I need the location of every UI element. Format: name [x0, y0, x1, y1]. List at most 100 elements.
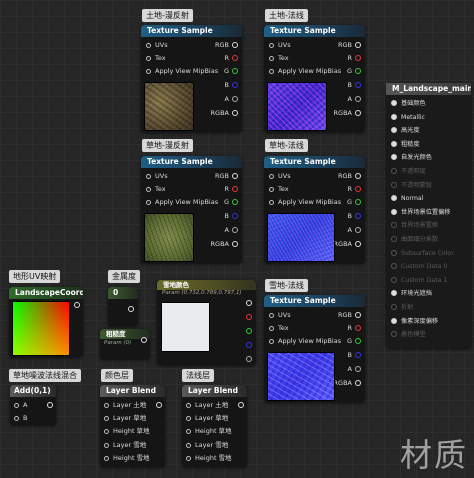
texture-sample-dirt-diffuse[interactable]: Texture Sample UVs Tex Apply View MipBia…	[141, 25, 242, 132]
output-g[interactable]: G	[347, 197, 361, 207]
output-a[interactable]: A	[348, 364, 361, 374]
input-layer-snow[interactable]: Layer 雪地	[104, 440, 146, 450]
material-pin-dot[interactable]	[391, 127, 397, 134]
layer-blend-color-node[interactable]: Layer Blend Layer 土地 Layer 草地 Height 草地 …	[100, 385, 165, 467]
input-height-snow[interactable]: Height 雪地	[186, 453, 232, 463]
material-pin-dot[interactable]	[391, 181, 397, 188]
output-b[interactable]: B	[225, 80, 238, 90]
material-pin-11[interactable]: Subsurface Color	[391, 248, 454, 259]
texture-sample-grass-normal[interactable]: Texture Sample UVs Tex Apply View MipBia…	[264, 156, 365, 263]
add-node[interactable]: Add(0,1) A B	[10, 385, 56, 425]
input-uvs[interactable]: UVs	[269, 310, 291, 320]
output-rgba[interactable]: RGBA	[334, 378, 361, 388]
output-b[interactable]: B	[348, 350, 361, 360]
output-rgba[interactable]: RGBA	[334, 239, 361, 249]
metallic-constant-node[interactable]: 0	[108, 287, 138, 326]
material-pin-dot[interactable]	[391, 249, 397, 256]
layer-blend-normal-node[interactable]: Layer Blend Layer 土地 Layer 草地 Height 草地 …	[182, 385, 247, 467]
material-pin-12[interactable]: Custom Data 0	[391, 261, 447, 272]
material-pin-0[interactable]: 基础颜色	[391, 98, 426, 109]
output-pin[interactable]	[125, 304, 134, 314]
input-layer-dirt[interactable]: Layer 土地	[186, 400, 228, 410]
output-rgb[interactable]: RGB	[338, 171, 361, 181]
input-tex[interactable]: Tex	[146, 53, 166, 63]
input-layer-dirt[interactable]: Layer 土地	[104, 400, 146, 410]
output-rgba[interactable]: RGBA	[334, 108, 361, 118]
input-mipbias[interactable]: Apply View MipBias	[269, 66, 341, 76]
input-height-snow[interactable]: Height 雪地	[104, 453, 150, 463]
material-pin-8[interactable]: 世界场景位置偏移	[391, 207, 451, 218]
input-tex[interactable]: Tex	[269, 53, 289, 63]
material-pin-dot[interactable]	[391, 154, 397, 161]
material-result-node[interactable]: M_Landscape_main 基础颜色 Metallic 高光度 粗糙度 自发光颜色…	[386, 83, 471, 348]
material-pin-4[interactable]: 自发光颜色	[391, 152, 432, 163]
input-mipbias[interactable]: Apply View MipBias	[146, 197, 218, 207]
material-pin-5[interactable]: 不透明度	[391, 166, 426, 177]
output-r[interactable]: R	[347, 53, 361, 63]
input-b[interactable]: B	[14, 413, 27, 423]
output-g[interactable]: G	[224, 66, 238, 76]
output-pin[interactable]	[153, 400, 162, 410]
texture-sample-grass-diffuse[interactable]: Texture Sample UVs Tex Apply View MipBia…	[141, 156, 242, 263]
output-pin[interactable]	[44, 400, 53, 410]
landscape-coords-node[interactable]: LandscapeCoords	[9, 287, 83, 357]
material-pin-14[interactable]: 环境光遮挡	[391, 288, 432, 299]
material-pin-dot[interactable]	[391, 222, 397, 229]
output-b[interactable]	[243, 340, 252, 350]
texture-sample-dirt-normal[interactable]: Texture Sample UVs Tex Apply View MipBia…	[264, 25, 365, 132]
output-a[interactable]: A	[225, 94, 238, 104]
input-tex[interactable]: Tex	[269, 323, 289, 333]
output-b[interactable]: B	[348, 211, 361, 221]
output-rgba[interactable]: RGBA	[211, 108, 238, 118]
output-r[interactable]: R	[224, 53, 238, 63]
material-pin-dot[interactable]	[391, 100, 397, 106]
material-pin-dot[interactable]	[391, 263, 397, 270]
input-height-grass[interactable]: Height 草地	[104, 426, 150, 436]
input-layer-grass[interactable]: Layer 草地	[104, 413, 146, 423]
output-g[interactable]: G	[347, 336, 361, 346]
input-layer-grass[interactable]: Layer 草地	[186, 413, 228, 423]
output-pin[interactable]	[138, 335, 147, 345]
output-a[interactable]	[243, 354, 252, 364]
output-a[interactable]: A	[348, 94, 361, 104]
material-pin-dot[interactable]	[391, 276, 397, 283]
material-pin-10[interactable]: 曲面细分乘数	[391, 234, 438, 245]
output-r[interactable]: R	[347, 323, 361, 333]
output-rgba[interactable]: RGBA	[211, 239, 238, 249]
material-pin-dot[interactable]	[391, 195, 397, 202]
output-g[interactable]: G	[347, 66, 361, 76]
input-height-grass[interactable]: Height 草地	[186, 426, 232, 436]
input-uvs[interactable]: UVs	[146, 40, 168, 50]
output-rgb[interactable]: RGB	[215, 171, 238, 181]
texture-sample-snow-normal[interactable]: Texture Sample UVs Tex Apply View MipBia…	[264, 295, 365, 402]
output-rgb[interactable]	[243, 298, 252, 308]
input-uvs[interactable]: UVs	[146, 171, 168, 181]
output-a[interactable]: A	[225, 225, 238, 235]
material-pin-13[interactable]: Custom Data 1	[391, 275, 447, 286]
output-b[interactable]: B	[348, 80, 361, 90]
material-pin-dot[interactable]	[391, 236, 397, 242]
material-pin-16[interactable]: 像素深度偏移	[391, 316, 438, 327]
output-rgb[interactable]: RGB	[338, 310, 361, 320]
material-pin-dot[interactable]	[391, 140, 397, 147]
material-pin-dot[interactable]	[391, 317, 397, 324]
material-pin-dot[interactable]	[391, 113, 397, 120]
input-layer-snow[interactable]: Layer 雪地	[186, 440, 228, 450]
output-r[interactable]: R	[347, 184, 361, 194]
input-tex[interactable]: Tex	[146, 184, 166, 194]
output-r[interactable]: R	[224, 184, 238, 194]
output-rgb[interactable]: RGB	[338, 40, 361, 50]
output-r[interactable]	[243, 312, 252, 322]
material-pin-9[interactable]: 世界场景置换	[391, 220, 438, 231]
material-pin-15[interactable]: 折射	[391, 302, 413, 313]
material-pin-dot[interactable]	[391, 304, 397, 310]
input-a[interactable]: A	[14, 400, 27, 410]
material-pin-dot[interactable]	[391, 331, 397, 338]
output-b[interactable]: B	[225, 211, 238, 221]
material-pin-6[interactable]: 不透明蒙版	[391, 180, 432, 191]
input-mipbias[interactable]: Apply View MipBias	[269, 336, 341, 346]
material-pin-dot[interactable]	[391, 168, 397, 174]
material-pin-2[interactable]: 高光度	[391, 125, 420, 136]
output-pin[interactable]	[235, 400, 244, 410]
input-tex[interactable]: Tex	[269, 184, 289, 194]
